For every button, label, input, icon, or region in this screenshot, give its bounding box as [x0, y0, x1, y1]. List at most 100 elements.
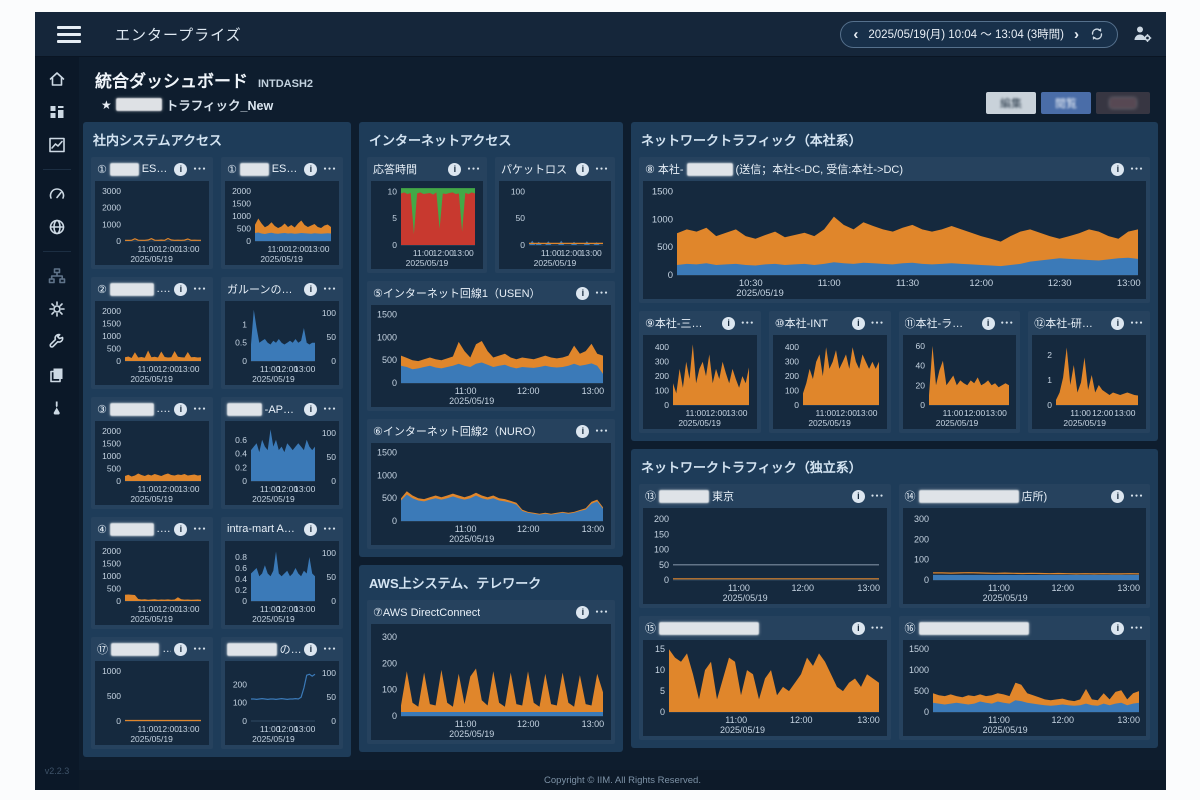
info-icon[interactable]: i: [174, 283, 187, 296]
next-period-icon[interactable]: ›: [1074, 27, 1079, 42]
edit-button[interactable]: 編集: [986, 92, 1036, 114]
info-icon[interactable]: i: [576, 606, 589, 619]
apps-grid-icon[interactable]: [47, 102, 67, 122]
more-menu-icon[interactable]: ●●●: [1130, 320, 1144, 326]
gear-icon[interactable]: [47, 299, 67, 319]
info-icon[interactable]: i: [304, 523, 317, 536]
line-chart-icon[interactable]: [47, 135, 67, 155]
more-menu-icon[interactable]: ●●●: [1130, 625, 1144, 631]
more-menu-icon[interactable]: ●●●: [323, 526, 337, 532]
svg-text:13:00: 13:00: [294, 364, 316, 374]
info-icon[interactable]: i: [304, 403, 317, 416]
chart-plot: 1000500011:0012:0013:002025/05/19: [95, 661, 209, 745]
user-settings-icon[interactable]: [1132, 24, 1152, 44]
info-icon[interactable]: i: [304, 283, 317, 296]
svg-text:200: 200: [655, 371, 669, 381]
more-menu-icon[interactable]: ●●●: [323, 646, 337, 652]
svg-text:0: 0: [794, 400, 799, 410]
info-icon[interactable]: i: [1111, 317, 1124, 330]
date-range-picker[interactable]: ‹ 2025/05/19(月) 10:04 ～ 13:04 (3時間) ›: [840, 21, 1118, 48]
globe-icon[interactable]: [47, 217, 67, 237]
wrench-icon[interactable]: [47, 332, 67, 352]
svg-text:2025/05/19: 2025/05/19: [449, 396, 494, 406]
info-icon[interactable]: i: [852, 622, 865, 635]
chart-plot: 15001000500011:0012:0013:002025/05/19: [903, 640, 1147, 736]
svg-text:12:00: 12:00: [158, 484, 180, 494]
refresh-icon[interactable]: [1089, 26, 1105, 42]
more-menu-icon[interactable]: ●●●: [323, 286, 337, 292]
svg-text:2025/05/19: 2025/05/19: [720, 725, 765, 735]
more-menu-icon[interactable]: ●●●: [871, 625, 885, 631]
chart-title: .x…: [157, 523, 172, 535]
info-icon[interactable]: i: [852, 490, 865, 503]
more-menu-icon[interactable]: ●●●: [193, 286, 207, 292]
more-menu-icon[interactable]: ●●●: [467, 166, 481, 172]
svg-text:100: 100: [511, 186, 525, 196]
sitemap-icon[interactable]: [47, 266, 67, 286]
info-icon[interactable]: i: [174, 523, 187, 536]
more-menu-icon[interactable]: ●●●: [323, 166, 337, 172]
info-icon[interactable]: i: [304, 163, 317, 176]
more-menu-icon[interactable]: ●●●: [595, 290, 609, 296]
info-icon[interactable]: i: [576, 163, 589, 176]
view-button[interactable]: 閲覧: [1041, 92, 1091, 114]
more-menu-icon[interactable]: ●●●: [193, 406, 207, 412]
more-menu-icon[interactable]: ●●●: [595, 428, 609, 434]
gauge-icon[interactable]: [47, 184, 67, 204]
more-menu-icon[interactable]: ●●●: [1130, 493, 1144, 499]
copy-icon[interactable]: [47, 365, 67, 385]
favorite-star-icon[interactable]: ★: [101, 98, 112, 112]
more-menu-icon[interactable]: ●●●: [1001, 320, 1015, 326]
prev-period-icon[interactable]: ‹: [853, 27, 858, 42]
svg-text:0: 0: [331, 356, 336, 366]
date-range-text: 2025/05/19(月) 10:04 ～ 13:04 (3時間): [868, 26, 1064, 42]
svg-text:2: 2: [1048, 350, 1053, 360]
info-icon[interactable]: i: [982, 317, 995, 330]
more-menu-icon[interactable]: ●●●: [193, 646, 207, 652]
svg-text:2025/05/19: 2025/05/19: [130, 614, 173, 624]
svg-text:1000: 1000: [232, 211, 251, 221]
more-menu-icon[interactable]: ●●●: [193, 526, 207, 532]
flask-icon[interactable]: [47, 398, 67, 418]
info-icon[interactable]: i: [174, 643, 187, 656]
chart-canvas: 15001000500011:0012:0013:002025/05/19: [371, 305, 611, 407]
info-icon[interactable]: i: [448, 163, 461, 176]
info-icon[interactable]: i: [174, 163, 187, 176]
svg-text:11:00: 11:00: [728, 583, 750, 593]
info-icon[interactable]: i: [1111, 622, 1124, 635]
info-icon[interactable]: i: [576, 287, 589, 300]
info-icon[interactable]: i: [576, 425, 589, 438]
chart-tile-header: ⑤インターネット回線1（USEN）i●●●: [367, 281, 615, 305]
more-menu-icon[interactable]: ●●●: [1130, 166, 1144, 172]
svg-text:50: 50: [516, 213, 526, 223]
more-menu-icon[interactable]: ●●●: [323, 406, 337, 412]
dashboard-tag: INTDASH2: [258, 78, 313, 90]
more-menu-icon[interactable]: ●●●: [871, 320, 885, 326]
more-menu-icon[interactable]: ●●●: [193, 166, 207, 172]
more-menu-icon[interactable]: ●●●: [595, 166, 609, 172]
svg-text:12:00: 12:00: [706, 408, 728, 418]
info-icon[interactable]: i: [722, 317, 735, 330]
more-menu-icon[interactable]: ●●●: [741, 320, 755, 326]
svg-text:0: 0: [923, 707, 928, 717]
chart-tile: ⑨本社-三…i●●●400300200100011:0012:0013:0020…: [639, 311, 761, 433]
svg-text:0: 0: [246, 236, 251, 246]
redacted-label: [687, 163, 733, 176]
info-icon[interactable]: i: [304, 643, 317, 656]
chart-tile: の…i●●●200100010050011:0012:0013:002025/0…: [221, 637, 343, 749]
chart-canvas: 300020001000011:0012:0013:002025/05/19: [95, 181, 209, 265]
svg-text:0: 0: [331, 596, 336, 606]
home-icon[interactable]: [47, 69, 67, 89]
more-menu-icon[interactable]: ●●●: [595, 609, 609, 615]
chart-canvas: 20015010050011:0012:0013:002025/05/19: [643, 508, 887, 604]
chart-tile: 応答時間i●●●105011:0012:0013:002025/05/19: [367, 157, 487, 273]
info-icon[interactable]: i: [1111, 490, 1124, 503]
redacted-button[interactable]: [1096, 92, 1150, 114]
info-icon[interactable]: i: [1111, 163, 1124, 176]
more-menu-icon[interactable]: ●●●: [871, 493, 885, 499]
info-icon[interactable]: i: [174, 403, 187, 416]
hamburger-menu-icon[interactable]: [57, 26, 81, 43]
chart-canvas: 0.80.60.40.2010050011:0012:0013:002025/0…: [225, 541, 339, 625]
chart-plot: 21011:0012:0013:002025/05/19: [1032, 335, 1146, 429]
info-icon[interactable]: i: [852, 317, 865, 330]
